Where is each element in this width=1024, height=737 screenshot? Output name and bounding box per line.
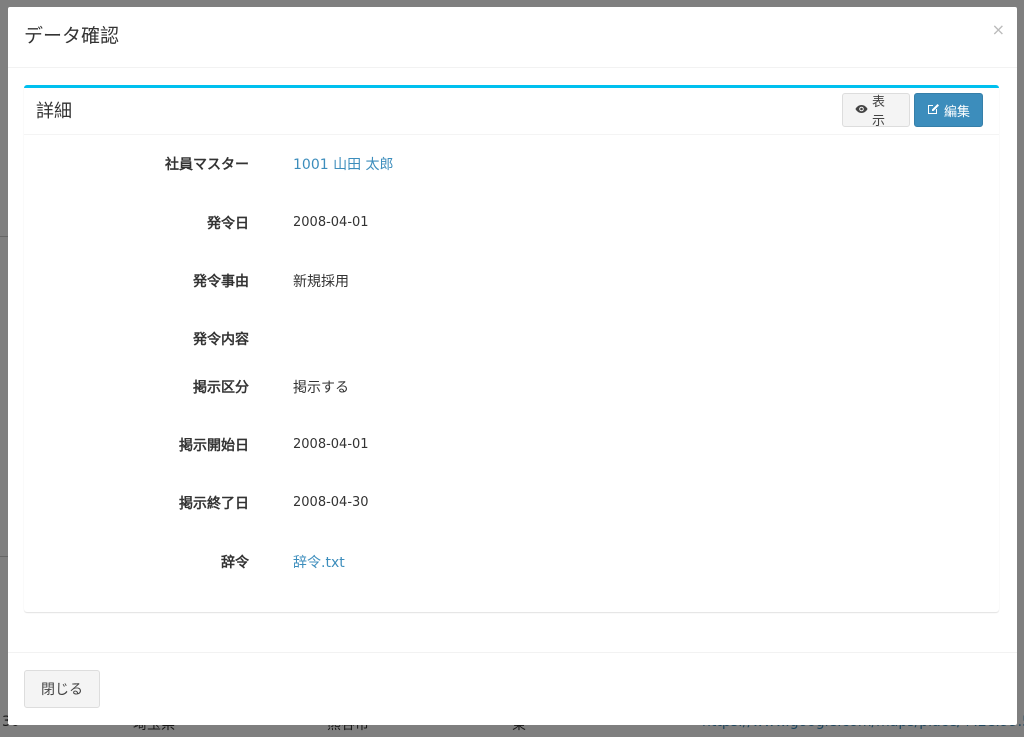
field-appointment-reason: 発令事由 新規採用 xyxy=(24,271,999,295)
view-button-label: 表示 xyxy=(872,95,886,129)
eye-icon xyxy=(855,103,868,118)
view-button[interactable]: 表示 xyxy=(842,93,910,129)
edit-button[interactable]: 編集 xyxy=(914,93,983,127)
modal-header: データ確認 × xyxy=(8,7,1017,68)
data-confirm-modal: データ確認 × 詳細 表示 編集 社員マスター 1001 山田 太郎 発令日 2… xyxy=(8,7,1017,725)
field-employee-master: 社員マスター 1001 山田 太郎 xyxy=(24,154,999,178)
field-label: 掲示開始日 xyxy=(179,438,249,454)
close-button[interactable]: 閉じる xyxy=(24,670,100,708)
field-value: 2008-04-30 xyxy=(293,495,369,510)
edit-button-label: 編集 xyxy=(944,104,971,120)
field-value: 新規採用 xyxy=(293,274,349,290)
modal-body: 詳細 表示 編集 社員マスター 1001 山田 太郎 発令日 2008-04-0… xyxy=(24,85,999,612)
appointment-letter-link[interactable]: 辞令.txt xyxy=(293,552,345,572)
field-label: 辞令 xyxy=(221,555,249,571)
field-posting-start-date: 掲示開始日 2008-04-01 xyxy=(24,435,999,459)
field-label: 発令内容 xyxy=(193,332,249,348)
field-value: 2008-04-01 xyxy=(293,437,369,452)
detail-panel: 詳細 表示 編集 社員マスター 1001 山田 太郎 発令日 2008-04-0… xyxy=(24,85,999,612)
modal-footer: 閉じる xyxy=(8,652,1017,725)
field-label: 社員マスター xyxy=(165,157,249,173)
field-appointment-content: 発令内容 xyxy=(24,329,999,353)
panel-header: 詳細 表示 編集 xyxy=(24,88,999,135)
edit-icon xyxy=(927,102,940,118)
field-appointment-letter: 辞令 辞令.txt xyxy=(24,552,999,576)
close-icon[interactable]: × xyxy=(992,22,1005,38)
field-label: 掲示終了日 xyxy=(179,496,249,512)
field-value: 2008-04-01 xyxy=(293,215,369,230)
field-posting-type: 掲示区分 掲示する xyxy=(24,377,999,401)
modal-title: データ確認 xyxy=(24,25,120,47)
panel-title: 詳細 xyxy=(36,101,72,122)
employee-master-link[interactable]: 1001 山田 太郎 xyxy=(293,154,394,174)
field-label: 発令日 xyxy=(207,216,249,232)
field-appointment-date: 発令日 2008-04-01 xyxy=(24,213,999,237)
field-value: 掲示する xyxy=(293,380,349,396)
field-posting-end-date: 掲示終了日 2008-04-30 xyxy=(24,493,999,517)
field-label: 発令事由 xyxy=(193,274,249,290)
field-label: 掲示区分 xyxy=(193,380,249,396)
